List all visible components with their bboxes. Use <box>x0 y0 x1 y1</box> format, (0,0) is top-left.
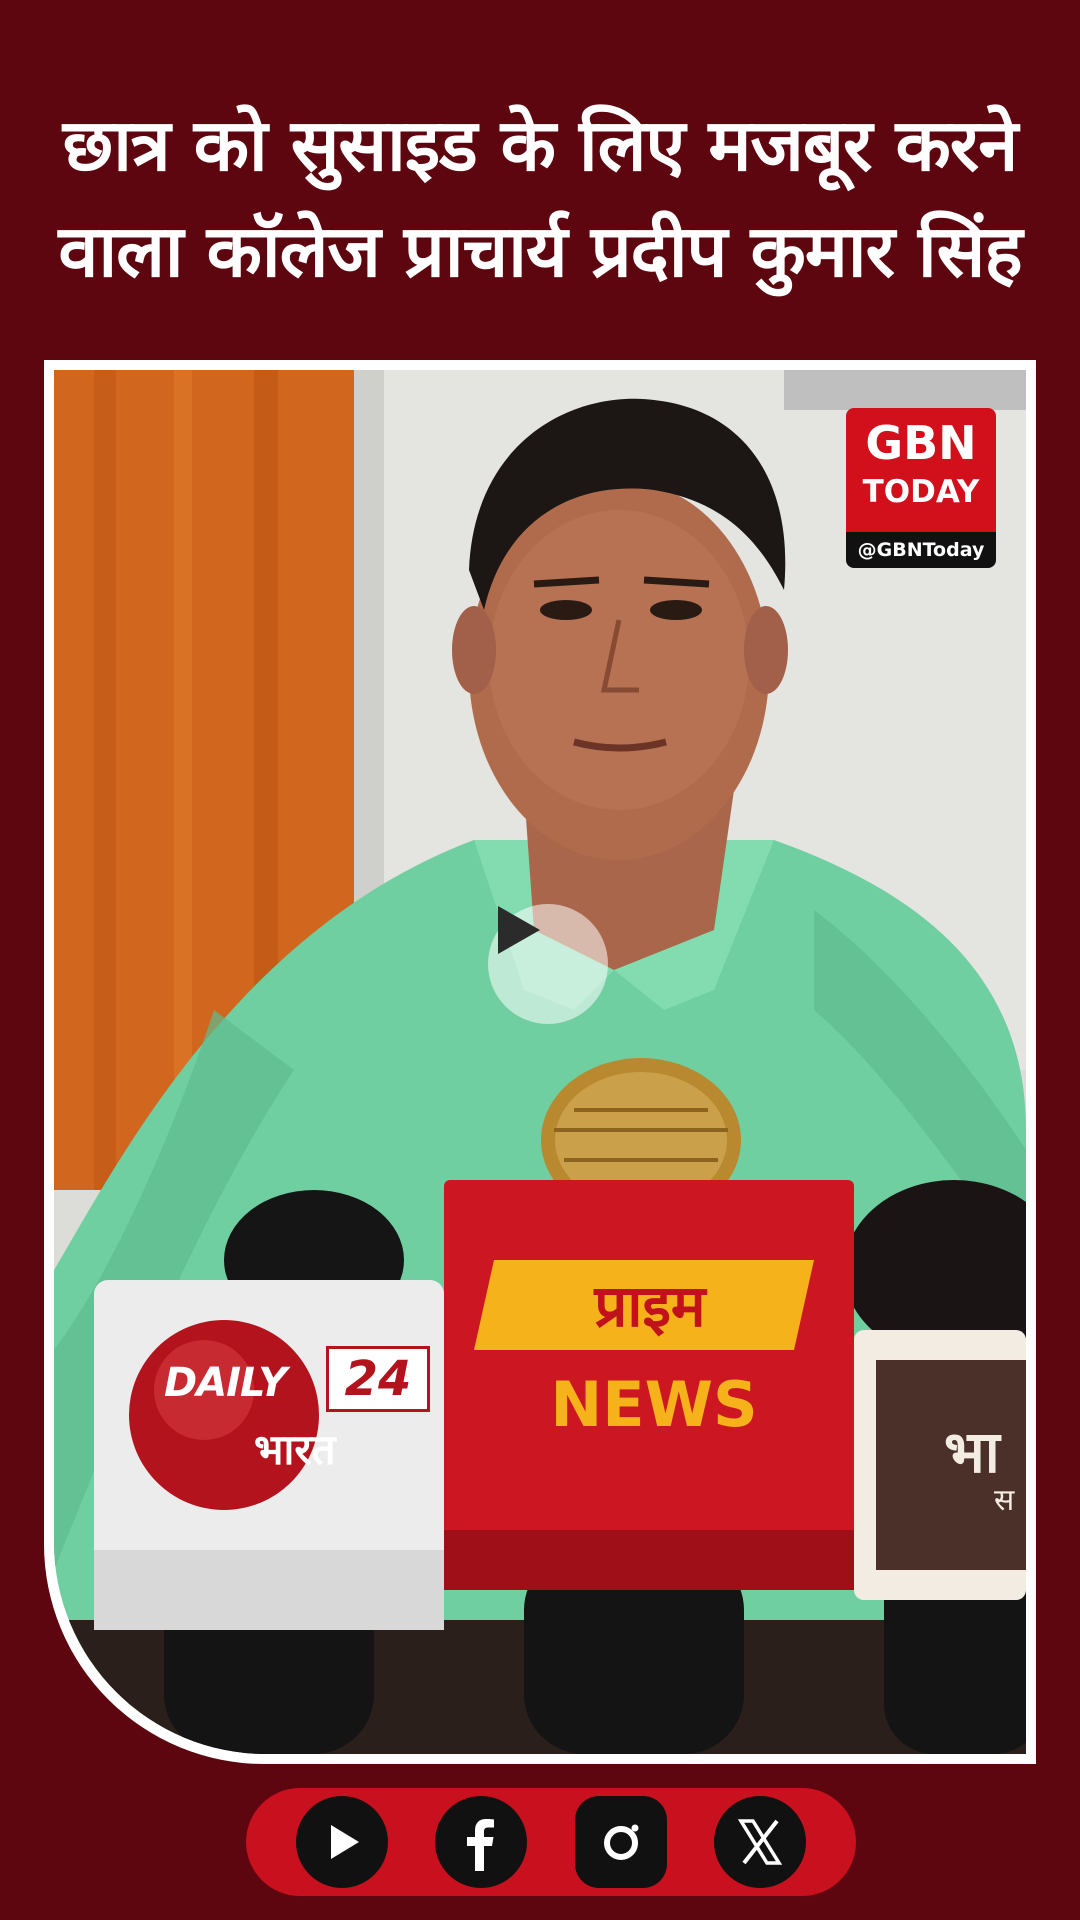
mic-label-right-2: स <box>994 1483 1015 1518</box>
play-icon <box>498 906 540 954</box>
video-frame-image <box>54 370 1026 1754</box>
instagram-button[interactable] <box>574 1796 667 1888</box>
mic-label-news: NEWS <box>550 1368 758 1441</box>
video-frame: DAILY 24 भारत प्राइम NEWS भा स GBN TODAY… <box>44 360 1036 1764</box>
mic-label-right: भा <box>944 1418 1000 1486</box>
x-icon <box>738 1819 783 1865</box>
facebook-icon <box>467 1819 495 1871</box>
headline: छात्र को सुसाइड के लिए मजबूर करने वाला क… <box>30 92 1050 304</box>
video-player[interactable]: DAILY 24 भारत प्राइम NEWS भा स GBN TODAY… <box>54 370 1026 1754</box>
logo-sub: TODAY <box>862 474 980 510</box>
mic-label-prime: प्राइम <box>594 1272 706 1340</box>
x-button[interactable] <box>714 1796 807 1888</box>
logo-handle: @GBNToday <box>846 532 996 568</box>
logo-name: GBN <box>865 416 977 470</box>
mic-label-daily-num: 24 <box>326 1346 430 1412</box>
mic-label-daily-sub: भारत <box>254 1425 336 1474</box>
youtube-button[interactable] <box>295 1796 388 1888</box>
instagram-icon <box>603 1824 639 1860</box>
social-bar <box>246 1788 856 1896</box>
facebook-button[interactable] <box>435 1796 528 1888</box>
video-play-button[interactable] <box>488 904 608 1024</box>
gbn-today-logo: GBN TODAY @GBNToday <box>846 408 996 568</box>
headline-line-2: वाला कॉलेज प्राचार्य प्रदीप कुमार सिंह <box>58 209 1022 293</box>
play-icon <box>330 1825 359 1859</box>
headline-line-1: छात्र को सुसाइड के लिए मजबूर करने <box>62 103 1018 187</box>
mic-label-daily: DAILY <box>164 1360 287 1406</box>
